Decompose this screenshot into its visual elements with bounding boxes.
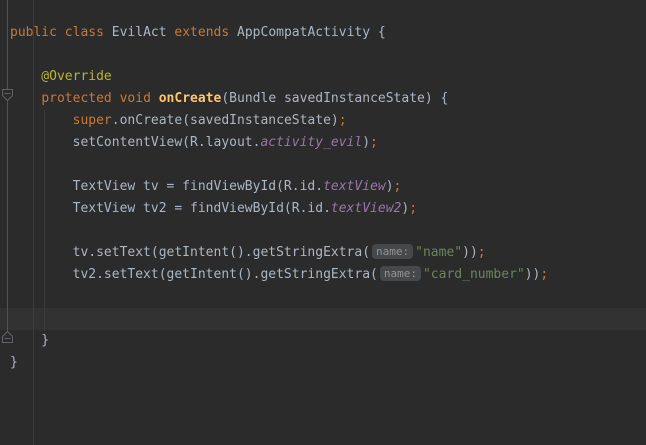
- code-token: "name": [415, 245, 462, 260]
- code-token: [57, 25, 65, 40]
- code-token: super: [73, 113, 112, 128]
- code-line[interactable]: @Override: [10, 66, 640, 88]
- code-token: ;: [409, 201, 417, 216]
- parameter-hint-badge: name:: [372, 244, 413, 259]
- code-line[interactable]: [10, 220, 640, 242]
- code-line[interactable]: [10, 286, 640, 308]
- code-line[interactable]: TextView tv2 = findViewById(R.id.textVie…: [10, 198, 640, 220]
- code-line[interactable]: super.onCreate(savedInstanceState);: [10, 110, 640, 132]
- code-token: tv.setText(getIntent().getStringExtra(: [10, 245, 370, 260]
- code-line[interactable]: [10, 0, 640, 22]
- code-token: activity_evil: [260, 135, 362, 150]
- code-token: tv2.setText(getIntent().getStringExtra(: [10, 267, 378, 282]
- code-token: )): [462, 245, 478, 260]
- code-token: public: [10, 25, 57, 40]
- code-token: extends: [174, 25, 229, 40]
- code-line[interactable]: [10, 154, 640, 176]
- code-token: [10, 91, 41, 106]
- code-token: ;: [478, 245, 486, 260]
- code-token: setContentView(R.layout.: [10, 135, 260, 150]
- code-token: onCreate: [159, 91, 222, 106]
- code-token: ): [386, 179, 394, 194]
- code-token: ;: [339, 113, 347, 128]
- code-token: textView2: [331, 201, 401, 216]
- code-token: void: [120, 91, 151, 106]
- code-editor-pane: public class EvilAct extends AppCompatAc…: [0, 0, 646, 445]
- code-line[interactable]: public class EvilAct extends AppCompatAc…: [10, 22, 640, 44]
- code-token: }: [10, 333, 49, 348]
- code-token: }: [10, 355, 18, 370]
- code-token: protected: [41, 91, 111, 106]
- code-token: ;: [370, 135, 378, 150]
- code-line[interactable]: tv2.setText(getIntent().getStringExtra(n…: [10, 264, 640, 286]
- code-token: TextView tv2 = findViewById(R.id.: [10, 201, 331, 216]
- code-token: textView: [323, 179, 386, 194]
- code-token: "card_number": [423, 267, 525, 282]
- code-token: [151, 91, 159, 106]
- code-line[interactable]: }: [10, 330, 640, 352]
- code-line[interactable]: setContentView(R.layout.activity_evil);: [10, 132, 640, 154]
- code-token: class: [65, 25, 104, 40]
- code-token: @Override: [10, 69, 112, 84]
- code-token: ): [401, 201, 409, 216]
- code-line[interactable]: [10, 308, 640, 330]
- code-line[interactable]: TextView tv = findViewById(R.id.textView…: [10, 176, 640, 198]
- fold-region-line: [7, 0, 8, 337]
- code-token: ;: [540, 267, 548, 282]
- code-token: [112, 91, 120, 106]
- code-token: EvilAct: [104, 25, 174, 40]
- code-token: AppCompatActivity {: [229, 25, 386, 40]
- code-line[interactable]: }: [10, 352, 640, 374]
- code-line[interactable]: tv.setText(getIntent().getStringExtra(na…: [10, 242, 640, 264]
- code-line[interactable]: protected void onCreate(Bundle savedInst…: [10, 88, 640, 110]
- code-token: )): [525, 267, 541, 282]
- code-token: .onCreate(savedInstanceState): [112, 113, 339, 128]
- code-area[interactable]: public class EvilAct extends AppCompatAc…: [10, 0, 640, 374]
- code-line[interactable]: [10, 44, 640, 66]
- code-token: ): [362, 135, 370, 150]
- code-token: ;: [394, 179, 402, 194]
- code-token: (Bundle savedInstanceState) {: [221, 91, 448, 106]
- code-token: TextView tv = findViewById(R.id.: [10, 179, 323, 194]
- code-token: [10, 113, 73, 128]
- parameter-hint-badge: name:: [380, 266, 421, 281]
